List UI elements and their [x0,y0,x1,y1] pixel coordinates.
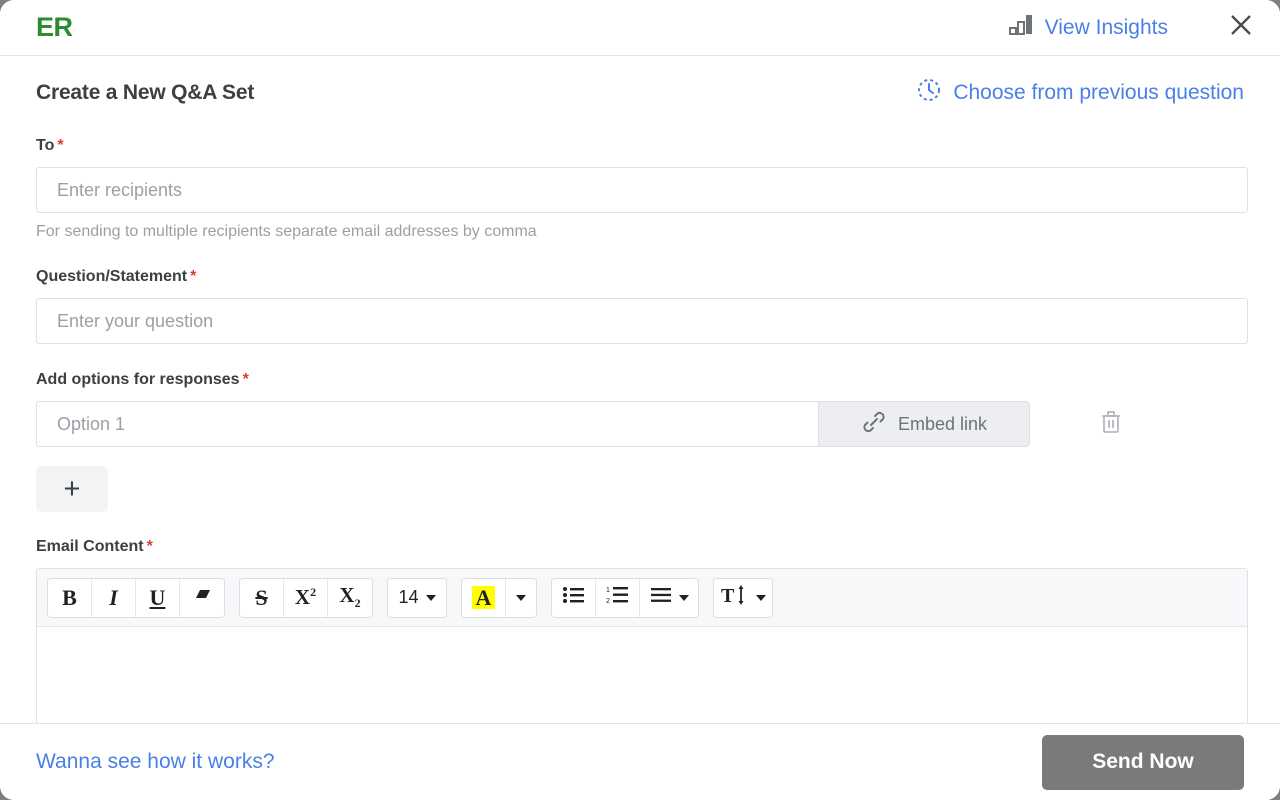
highlight-a-icon: A [471,586,496,609]
to-label-text: To [36,137,55,154]
clear-format-button[interactable] [180,578,224,617]
options-field-label: Add options for responses * [36,371,1248,389]
close-icon [1228,12,1254,43]
svg-text:1: 1 [606,587,610,594]
toolbar-group-line-height: T [713,577,773,618]
dialog-body: Create a New Q&A Set Choose from previou… [0,56,1280,723]
to-field-label: To * [36,137,1248,155]
bullet-list-button[interactable] [552,578,596,617]
chevron-down-icon [678,594,689,601]
chevron-down-icon [516,594,526,601]
how-it-works-link[interactable]: Wanna see how it works? [36,750,275,774]
choose-previous-question-button[interactable]: Choose from previous question [916,77,1248,109]
required-asterisk: * [146,538,153,555]
align-dropdown[interactable] [640,578,698,617]
superscript-icon: X2 [294,585,317,609]
required-asterisk: * [57,137,64,154]
italic-icon: I [109,584,118,610]
highlight-color-button[interactable]: A [462,578,506,617]
italic-button[interactable]: I [92,578,136,617]
strikethrough-icon: S [255,584,268,610]
bold-icon: B [62,584,77,610]
recipients-hint: For sending to multiple recipients separ… [36,223,537,240]
question-field-label: Question/Statement * [36,268,1248,286]
bar-chart-icon [1008,14,1035,42]
dialog-footer: Wanna see how it works? Send Now [0,723,1280,800]
question-input[interactable] [36,298,1248,344]
bold-button[interactable]: B [48,578,92,617]
choose-previous-question-label: Choose from previous question [953,81,1244,104]
view-insights-label: View Insights [1044,15,1168,39]
font-size-value: 14 [398,587,419,607]
superscript-button[interactable]: X2 [284,578,328,617]
header-actions: View Insights [1008,13,1256,43]
trash-icon [1096,407,1126,442]
qa-set-dialog: ER View Insights Create a New Q&A Set Ch… [0,0,1280,800]
app-logo: ER [36,12,73,42]
svg-text:2: 2 [606,598,610,605]
eraser-icon [191,586,213,610]
recipients-input[interactable] [36,167,1248,213]
chevron-down-icon [755,594,766,601]
close-button[interactable] [1226,13,1256,43]
required-asterisk: * [242,371,249,388]
align-left-icon [650,587,672,609]
required-asterisk: * [190,268,197,285]
embed-link-button[interactable]: Embed link [818,401,1030,447]
add-option-button[interactable]: + [36,466,108,512]
page-title: Create a New Q&A Set [36,81,255,104]
editor-toolbar: B I U S X2 X2 14 A 1 2 T [37,569,1247,627]
view-insights-button[interactable]: View Insights [1008,14,1168,42]
plus-icon: + [63,472,81,505]
option-row: Embed link [36,401,1248,447]
numbered-list-icon: 1 2 [606,585,630,611]
email-content-field-label: Email Content * [36,538,1248,556]
toolbar-group-highlight: A [461,577,537,618]
numbered-list-button[interactable]: 1 2 [596,578,640,617]
options-label-text: Add options for responses [36,371,240,388]
underline-icon: U [149,584,166,610]
email-content-editor: B I U S X2 X2 14 A 1 2 T [36,568,1248,723]
svg-text:T: T [721,585,735,606]
delete-option-button[interactable] [1094,407,1128,441]
line-height-icon: T [721,584,749,612]
highlight-color-dropdown[interactable] [506,578,536,617]
email-content-label-text: Email Content [36,538,144,555]
bullet-list-icon [562,585,586,611]
embed-link-label: Embed link [897,413,988,434]
history-clock-icon [916,77,942,109]
send-now-button[interactable]: Send Now [1042,734,1244,790]
strikethrough-button[interactable]: S [240,578,284,617]
underline-button[interactable]: U [136,578,180,617]
toolbar-group-basic: B I U [47,577,225,618]
toolbar-group-script: S X2 X2 [239,577,373,618]
option-1-input[interactable] [36,401,818,447]
subscript-icon: X2 [339,583,361,611]
toolbar-group-lists: 1 2 [551,577,699,618]
email-content-textarea[interactable] [37,627,1247,723]
app-header: ER View Insights [0,0,1280,56]
line-height-dropdown[interactable]: T [714,578,772,617]
toolbar-group-font-size: 14 [387,577,447,618]
link-icon [861,409,887,440]
question-label-text: Question/Statement [36,268,188,285]
font-size-dropdown[interactable]: 14 [388,578,446,617]
chevron-down-icon [425,594,436,601]
title-row: Create a New Q&A Set Choose from previou… [32,56,1248,109]
subscript-button[interactable]: X2 [328,578,372,617]
